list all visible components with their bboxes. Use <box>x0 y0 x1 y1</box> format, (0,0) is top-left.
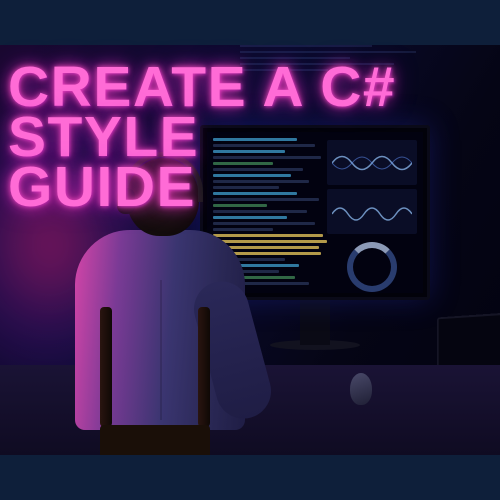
monitor-stand <box>300 300 330 345</box>
chair <box>80 295 230 455</box>
donut-chart-icon <box>347 242 397 292</box>
headline-text: CREATE A C# STYLE GUIDE <box>8 62 492 212</box>
headline-line-2: GUIDE <box>8 162 492 212</box>
mouse-icon <box>350 373 372 405</box>
headline-line-1: CREATE A C# STYLE <box>8 62 492 162</box>
